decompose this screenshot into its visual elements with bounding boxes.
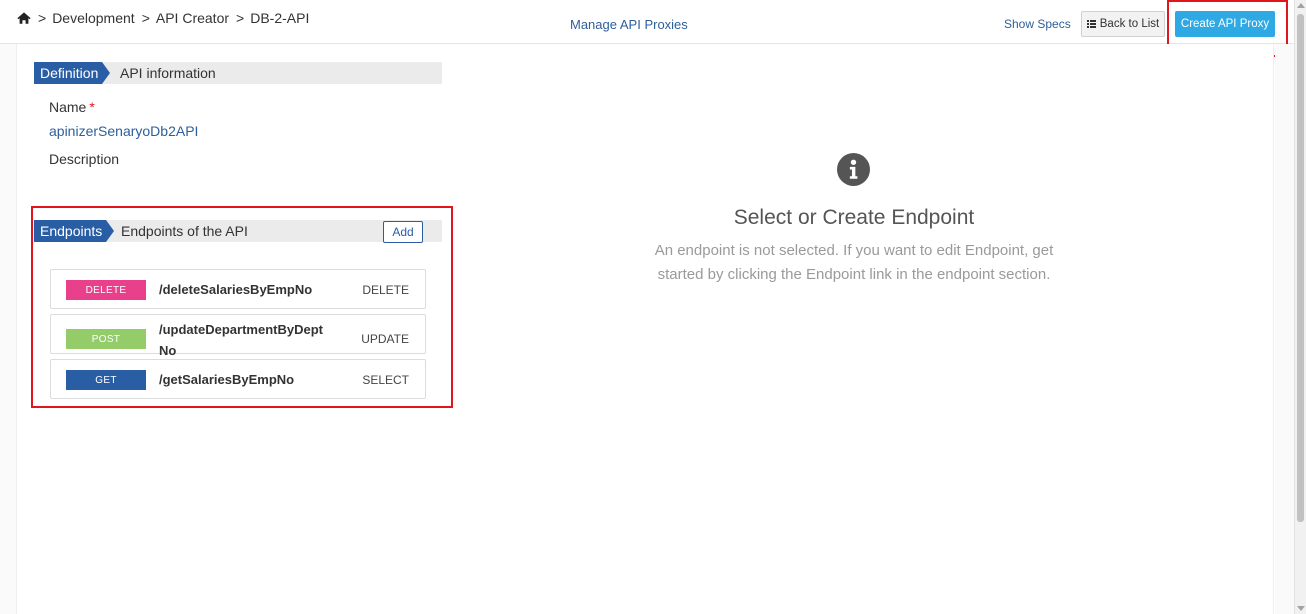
back-to-list-label: Back to List <box>1099 18 1160 30</box>
breadcrumb-separator: > <box>38 10 47 26</box>
breadcrumb-development[interactable]: Development <box>52 10 135 26</box>
description-label: Description <box>49 151 120 167</box>
breadcrumb-current: DB-2-API <box>250 10 310 26</box>
right-gutter <box>1275 44 1294 614</box>
name-label-text: Name <box>49 99 87 115</box>
list-icon <box>1086 20 1096 28</box>
definition-title: API information <box>120 65 216 81</box>
name-value[interactable]: apinizerSenaryoDb2API <box>49 123 198 139</box>
definition-tag: Definition <box>34 62 111 84</box>
vertical-scrollbar[interactable] <box>1294 0 1306 614</box>
scroll-down-arrow-icon[interactable] <box>1297 606 1305 611</box>
scrollbar-thumb[interactable] <box>1297 14 1304 522</box>
empty-state-description: An endpoint is not selected. If you want… <box>654 242 1054 283</box>
top-bar: > Development > API Creator > DB-2-API M… <box>0 0 1294 44</box>
empty-state-title: Select or Create Endpoint <box>733 206 975 229</box>
home-icon[interactable] <box>17 11 31 25</box>
scroll-up-arrow-icon[interactable] <box>1297 3 1305 8</box>
required-mark: * <box>89 99 95 115</box>
breadcrumb-separator: > <box>141 10 150 26</box>
breadcrumb: > Development > API Creator > DB-2-API <box>17 10 309 26</box>
name-label: Name * <box>49 99 95 115</box>
page-title: Manage API Proxies <box>570 17 688 32</box>
breadcrumb-api-creator[interactable]: API Creator <box>156 10 229 26</box>
info-circle-icon <box>837 153 870 186</box>
left-gutter <box>0 44 16 614</box>
back-to-list-button[interactable]: Back to List <box>1081 11 1165 37</box>
show-specs-link[interactable]: Show Specs <box>1004 17 1071 31</box>
breadcrumb-separator: > <box>236 10 245 26</box>
definition-section-header: Definition API information <box>34 62 442 84</box>
highlight-box-endpoints <box>31 206 453 408</box>
